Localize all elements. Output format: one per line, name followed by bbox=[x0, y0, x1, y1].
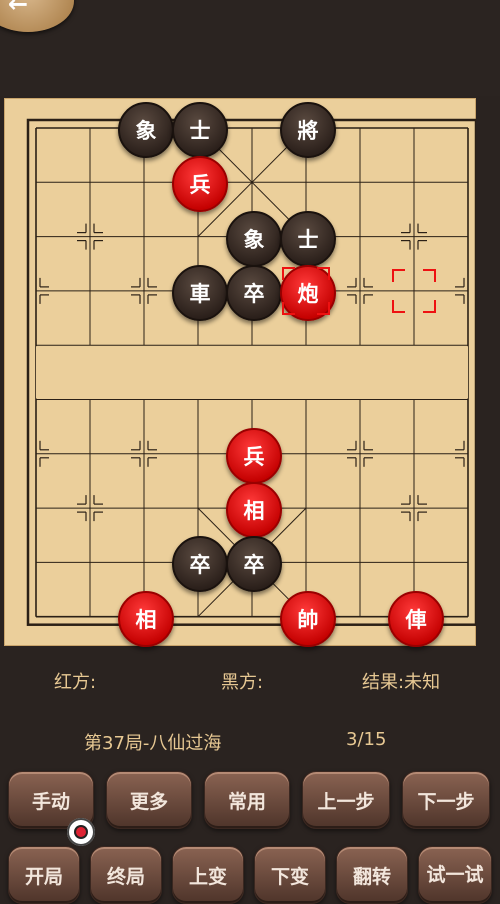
endgame-button[interactable]: 终局 bbox=[90, 846, 162, 904]
red-piece[interactable]: 俥 bbox=[388, 590, 444, 647]
black-piece[interactable]: 車 bbox=[172, 264, 228, 321]
next-variation-button[interactable]: 下变 bbox=[254, 846, 326, 904]
flip-board-button[interactable]: 翻转 bbox=[336, 846, 408, 904]
black-piece[interactable]: 象 bbox=[118, 102, 174, 158]
game-title: 第37局-八仙过海 bbox=[84, 733, 222, 754]
last-move-marker[interactable] bbox=[392, 268, 436, 313]
opening-button[interactable]: 开局 bbox=[8, 846, 80, 904]
black-piece[interactable]: 象 bbox=[226, 210, 282, 267]
result-label: 结果:未知 bbox=[362, 672, 441, 693]
common-button[interactable]: 常用 bbox=[204, 771, 290, 829]
black-player-label: 黑方: bbox=[221, 672, 264, 693]
black-piece[interactable]: 士 bbox=[172, 102, 228, 158]
red-player-label: 红方: bbox=[54, 672, 97, 693]
chess-board[interactable]: 象士將兵象士車卒炮兵相卒卒相帥俥 bbox=[4, 98, 476, 647]
top-bar: ← bbox=[0, 0, 500, 96]
red-piece[interactable]: 兵 bbox=[172, 156, 228, 213]
black-piece[interactable]: 卒 bbox=[226, 264, 282, 321]
black-piece[interactable]: 卒 bbox=[226, 536, 282, 593]
selected-piece-frame bbox=[282, 266, 330, 315]
red-piece[interactable]: 帥 bbox=[280, 590, 336, 647]
prev-step-button[interactable]: 上一步 bbox=[302, 771, 390, 829]
next-step-button[interactable]: 下一步 bbox=[402, 771, 490, 829]
red-piece[interactable]: 相 bbox=[226, 482, 282, 539]
more-button[interactable]: 更多 bbox=[106, 771, 192, 829]
back-button[interactable]: ← bbox=[0, 0, 74, 32]
red-piece[interactable]: 相 bbox=[118, 590, 174, 647]
black-piece[interactable]: 士 bbox=[280, 210, 336, 267]
move-progress: 3/15 bbox=[346, 729, 387, 750]
try-button[interactable]: 试一试 bbox=[418, 846, 492, 904]
prev-variation-button[interactable]: 上变 bbox=[172, 846, 244, 904]
touch-cursor-icon bbox=[67, 818, 95, 846]
black-piece[interactable]: 卒 bbox=[172, 536, 228, 593]
arrow-left-icon: ← bbox=[8, 0, 29, 18]
black-piece[interactable]: 將 bbox=[280, 102, 336, 158]
red-piece[interactable]: 兵 bbox=[226, 427, 282, 484]
river bbox=[36, 346, 468, 399]
